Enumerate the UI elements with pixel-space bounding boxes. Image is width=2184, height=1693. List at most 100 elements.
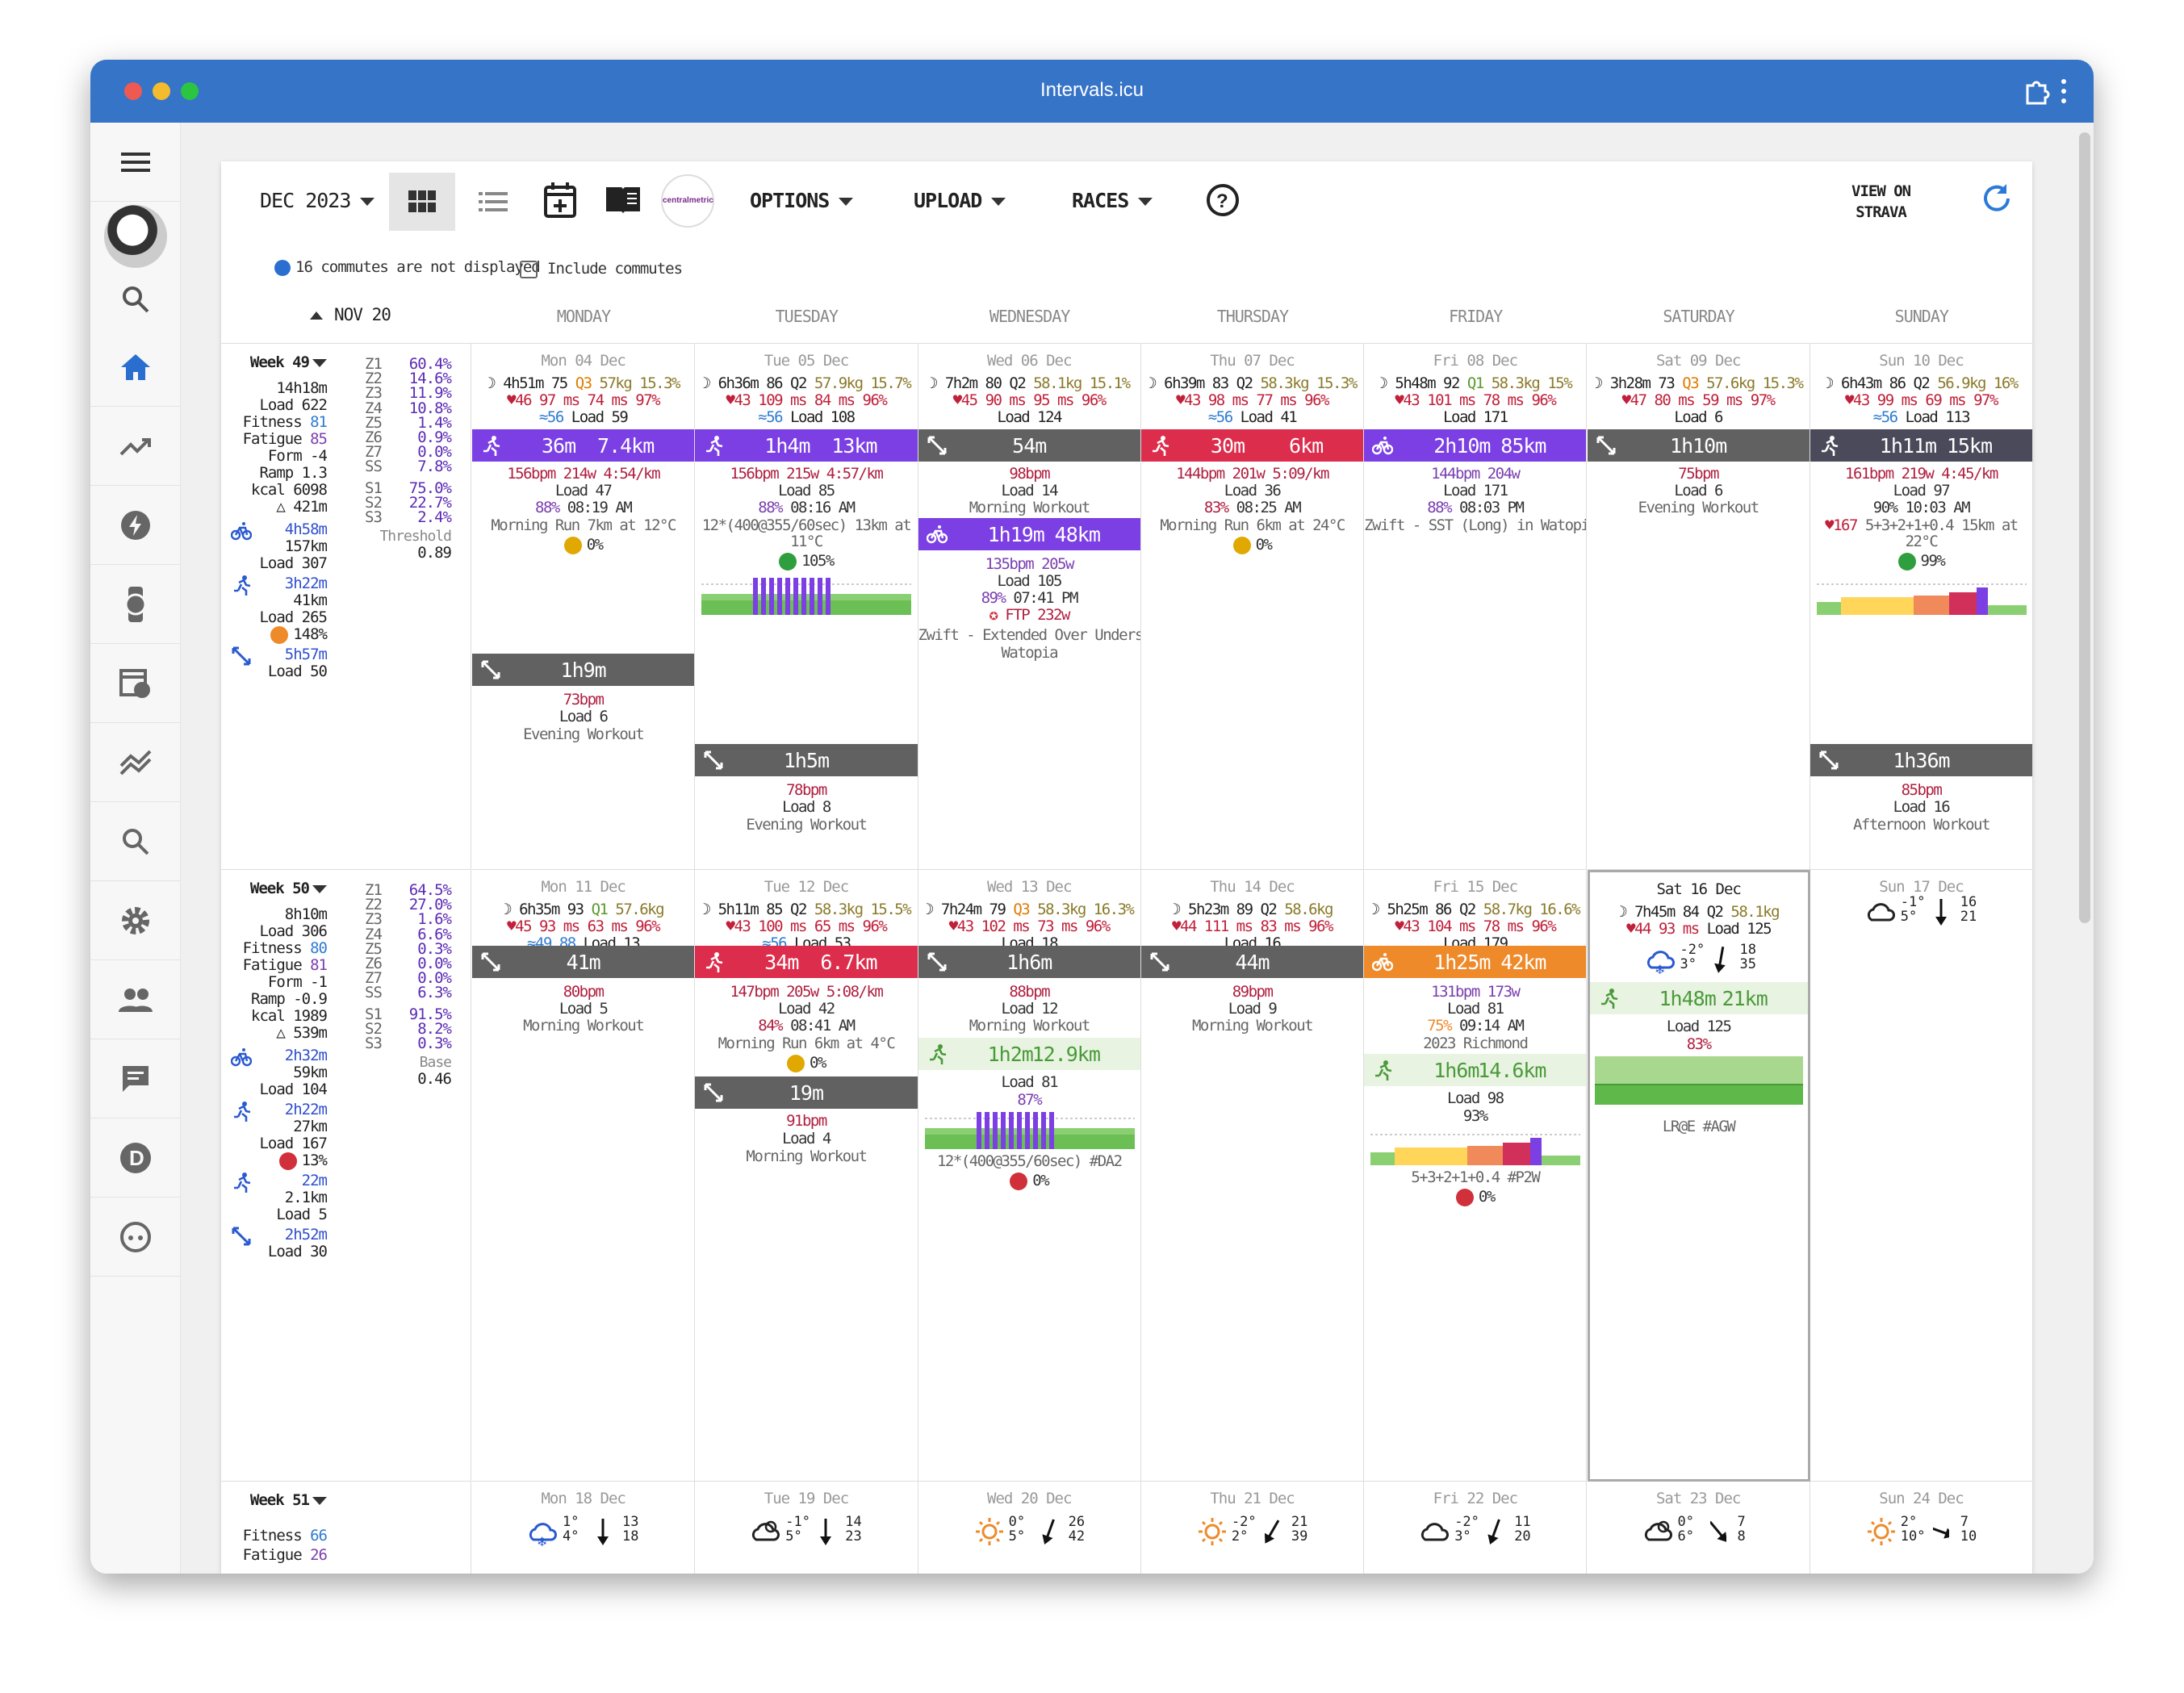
start-time: 10:03 AM (1905, 499, 1971, 516)
watch-icon[interactable] (90, 565, 181, 644)
check-icon (779, 552, 797, 571)
activity-bar[interactable]: 1h4m 13km (695, 429, 918, 462)
options-menu[interactable]: OPTIONS (750, 189, 854, 212)
compliance-line: 0% (1141, 536, 1363, 554)
day-cell[interactable]: Mon 04 Dec ☽ 4h51m 75 Q3 57kg 15.3% ♥46 97… (472, 344, 696, 870)
title-bar: Intervals.icu (90, 60, 2094, 123)
month-selector[interactable]: DEC 2023 (260, 189, 375, 212)
activity-bar[interactable]: 1h48m 21km (1589, 982, 1808, 1014)
activity-bar[interactable]: 36m 7.4km (472, 429, 695, 462)
week-label[interactable]: Week 50 (250, 880, 327, 897)
week-label[interactable]: Week 49 (250, 353, 327, 371)
checkbox-box[interactable] (520, 260, 538, 278)
day-cell[interactable]: Sat 23 Dec 0° 6° 7 8 (1588, 1482, 1810, 1574)
spo2: 96% (635, 918, 660, 935)
hrv-sdnn: 78 ms (1483, 391, 1525, 409)
resting-hr: 43 (1184, 391, 1201, 409)
activity-bar[interactable]: 1h6m (918, 946, 1140, 978)
temp-high: 6° (1677, 1528, 1694, 1545)
activity-bar[interactable]: 1h5m (695, 744, 918, 776)
grid-view-button[interactable] (389, 173, 455, 231)
menu-button[interactable] (90, 123, 181, 202)
check-icon (270, 625, 289, 644)
centralmetric-logo[interactable]: centralmetric (661, 174, 714, 228)
day-cell[interactable]: Thu 14 Dec ☽ 5h23m 89 Q2 58.6kg ♥44 111 ms… (1140, 870, 1365, 1482)
prev-week-nav[interactable]: NOV 20 (310, 305, 391, 324)
activity-bar[interactable]: 1h19m 48km (918, 518, 1140, 550)
hr-hrv-line: ♥45 93 ms 63 ms 96% (472, 918, 694, 935)
run-icon (1821, 436, 1839, 456)
day-cell[interactable]: Mon 11 Dec ☽ 6h35m 93 Q1 57.6kg ♥45 93 ms … (472, 870, 696, 1482)
power-icon[interactable] (90, 486, 181, 565)
check-icon (1897, 552, 1916, 571)
sidebar-search-icon[interactable] (90, 271, 181, 328)
races-menu[interactable]: RACES (1072, 189, 1153, 212)
resting-hr: 43 (1403, 918, 1420, 935)
day-cell[interactable]: Sun 24 Dec 2° 10° 7 10 (1810, 1482, 2034, 1574)
day-cell[interactable]: Wed 20 Dec 0° 5° 26 42 (918, 1482, 1141, 1574)
day-cell[interactable]: Sat 16 Dec ☽ 7h45m 84 Q2 58.1kg ♥44 93 ms … (1587, 870, 1810, 1482)
face-icon[interactable] (90, 1198, 181, 1277)
search2-icon[interactable] (90, 802, 181, 881)
day-cell[interactable]: Mon 18 Dec ❄ 1° 4° 13 18 (472, 1482, 696, 1574)
help-icon[interactable]: ? (1206, 183, 1240, 217)
list-view-button[interactable] (459, 173, 525, 231)
activity-bar[interactable]: 1h10m (1587, 429, 1810, 462)
discord-icon[interactable]: D (90, 1118, 181, 1198)
more-vert-icon[interactable] (2061, 79, 2066, 103)
upload-menu[interactable]: UPLOAD (914, 189, 1006, 212)
view-on-strava-button[interactable]: VIEW ON STRAVA (1851, 181, 1911, 223)
day-cell[interactable]: Sun 10 Dec ☽ 6h43m 86 Q2 56.9kg 16% ♥43 99… (1810, 344, 2034, 870)
scrollbar[interactable] (2079, 132, 2090, 923)
include-commutes-checkbox[interactable]: Include commutes (520, 260, 683, 278)
compare-chart-icon[interactable] (90, 723, 181, 802)
activity-bar[interactable]: 1h36m (1810, 744, 2033, 776)
calendar-clock-icon[interactable] (90, 644, 181, 723)
run-icon (1600, 989, 1617, 1009)
day-cell[interactable]: Fri 15 Dec ☽ 5h25m 86 Q2 58.7kg 16.6% ♥43 … (1364, 870, 1588, 1482)
home-icon[interactable] (90, 328, 181, 407)
book-icon[interactable] (605, 184, 642, 215)
activity-bar[interactable]: 44m (1140, 946, 1364, 978)
trending-icon[interactable] (90, 407, 181, 486)
hr-hrv-line: ♥43 102 ms 73 ms 96% (918, 918, 1140, 935)
activity-bar[interactable]: 34m 6.7km (695, 946, 918, 978)
day-cell[interactable]: Wed 13 Dec ☽ 7h24m 79 Q3 58.3kg 16.3% ♥43 … (918, 870, 1141, 1482)
hr-percent: 83% (1203, 499, 1229, 516)
day-cell[interactable]: Sun 17 Dec -1° 5° 16 21 (1810, 870, 2034, 1482)
zone-label: SS (365, 984, 383, 1002)
activity-bar[interactable]: 1h25m 42km (1364, 946, 1587, 978)
chat-icon[interactable] (90, 1039, 181, 1118)
steps: 56 (1215, 408, 1233, 426)
day-cell[interactable]: Fri 22 Dec -2° 3° 11 20 (1364, 1482, 1588, 1574)
add-event-icon[interactable] (544, 182, 576, 218)
day-cell[interactable]: Thu 21 Dec -2° 2° 21 39 (1141, 1482, 1365, 1574)
activity-bar[interactable]: 41m (472, 946, 695, 978)
avatar[interactable] (90, 202, 181, 271)
sleep-score: 6h35m 93 (519, 901, 584, 918)
activity-bar[interactable]: 19m (695, 1076, 918, 1109)
activity-bar[interactable]: 1h9m (472, 654, 695, 686)
day-cell[interactable]: Fri 08 Dec ☽ 5h48m 92 Q1 58.3kg 15% ♥43 10… (1364, 344, 1588, 870)
day-cell[interactable]: Tue 05 Dec ☽ 6h36m 86 Q2 57.9kg 15.7% ♥43 … (695, 344, 918, 870)
refresh-icon[interactable] (1982, 184, 2013, 215)
settings-icon[interactable] (90, 881, 181, 960)
max-hr: 167 (1833, 516, 1858, 534)
day-cell[interactable]: Tue 19 Dec -1° 5° 14 23 (695, 1482, 918, 1574)
activity-bar[interactable]: 30m 6km (1140, 429, 1364, 462)
ride-load: Load 104 (259, 1081, 328, 1098)
extension-icon[interactable] (2023, 77, 2052, 105)
day-cell[interactable]: Thu 07 Dec ☽ 6h39m 83 Q2 58.3kg 15.3% ♥43 … (1140, 344, 1365, 870)
day-load: Load 171 (1443, 408, 1508, 426)
activity-bar[interactable]: 54m (918, 429, 1140, 462)
people-icon[interactable] (90, 960, 181, 1039)
day-cell[interactable]: Sat 09 Dec ☽ 3h28m 73 Q3 57.6kg 15.3% ♥47 … (1587, 344, 1810, 870)
week-label[interactable]: Week 51 (250, 1491, 327, 1509)
activity-bar[interactable]: 1h2m 12.9km (918, 1038, 1140, 1070)
day-cell[interactable]: Wed 06 Dec ☽ 7h2m 80 Q2 58.1kg 15.1% ♥45 9… (918, 344, 1141, 870)
activity-bar[interactable]: 1h6m 14.6km (1364, 1054, 1587, 1086)
day-cell[interactable]: Tue 12 Dec ☽ 5h11m 85 Q2 58.3kg 15.5% ♥43 … (695, 870, 918, 1482)
activity-bar[interactable]: 1h11m 15km (1810, 429, 2033, 462)
activity-bar[interactable]: 2h10m 85km (1364, 429, 1587, 462)
day-date: Sat 23 Dec (1655, 1490, 1741, 1507)
